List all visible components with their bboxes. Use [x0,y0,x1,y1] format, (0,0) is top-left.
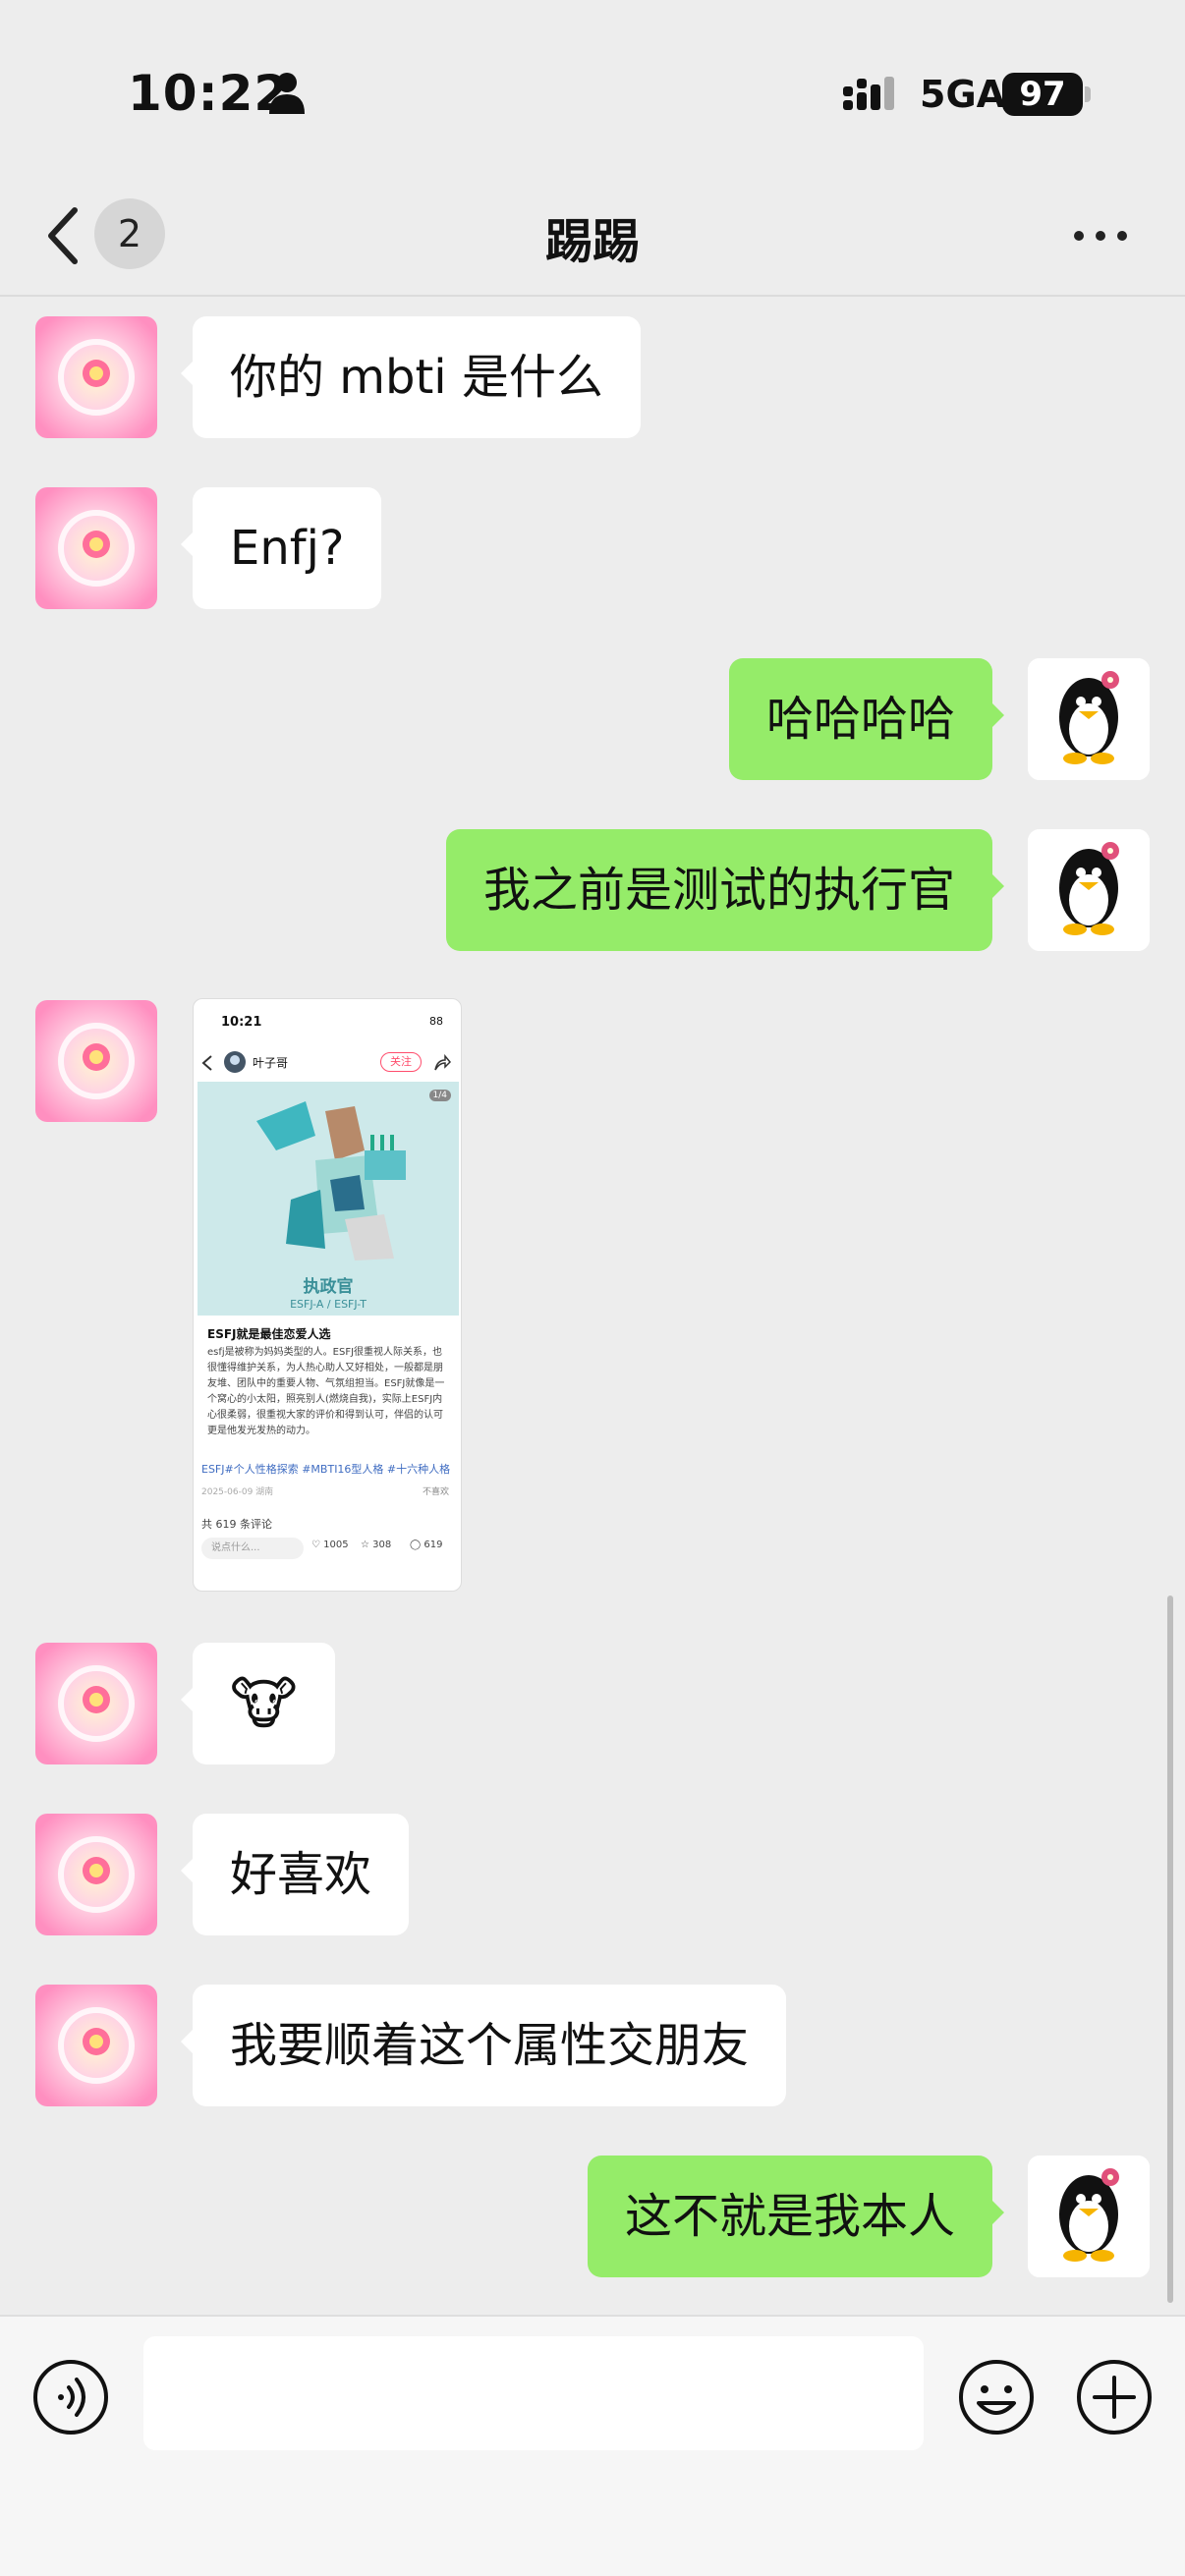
mini-comment-icon: ◯ [410,1540,422,1550]
mini-star-icon: ☆ [361,1540,369,1550]
mini-page-indicator: 1/4 [428,1090,451,1101]
message-bubble[interactable]: 你的 mbti 是什么 [181,316,641,438]
battery-indicator: 97 [1002,73,1083,116]
esfj-illustration [256,1101,406,1260]
message-bubble[interactable]: 🐮 [181,1643,335,1764]
mini-post-body: esfj是被称为妈妈类型的人。ESFJ很重视人际关系，也很懂得维护关系，为人热心… [207,1347,445,1436]
emoji-icon[interactable] [957,2358,1036,2436]
mini-post-title: ESFJ就是最佳恋爱人选 [207,1327,331,1341]
mini-share-icon [434,1054,451,1071]
network-label: 5GA [920,73,1006,116]
contact-avatar[interactable] [35,1000,157,1122]
contact-avatar[interactable] [35,487,157,609]
signal-icon [843,77,894,110]
contact-avatar[interactable] [35,1814,157,1935]
penguin-icon [1028,2156,1150,2277]
person-icon [269,73,305,114]
mini-stars-value: 308 [372,1540,392,1550]
status-bar: 10:22 5GA 97 [0,0,1185,177]
message-bubble[interactable]: 这不就是我本人 [587,2156,1005,2277]
mini-star-count: ☆ 308 [361,1540,391,1550]
mini-hero-subtitle: ESFJ-A / ESFJ-T [290,1298,367,1311]
plus-icon[interactable] [1075,2358,1154,2436]
message-row: 我之前是测试的执行官 [0,829,1185,951]
mini-comment-input: 说点什么... [201,1538,304,1559]
unread-count-badge[interactable]: 2 [94,198,165,269]
mini-follow-button: 关注 [380,1052,422,1072]
voice-input-icon[interactable] [31,2358,110,2436]
message-row: 这不就是我本人 [0,2156,1185,2277]
mini-comment-stat: ◯ 619 [410,1540,442,1550]
mini-hero-image: 1/4 执政官 ESFJ-A / ESFJ-T [198,1082,459,1316]
mini-post-date: 2025-06-09 湖南 [201,1487,274,1497]
message-bubble[interactable]: 我之前是测试的执行官 [445,829,1005,951]
battery-tip [1085,86,1091,102]
message-input[interactable] [143,2336,924,2450]
contact-avatar[interactable] [35,316,157,438]
mini-status-time: 10:21 [221,1015,262,1030]
message-row: Enfj? [0,487,1185,609]
mini-hero-title: 执政官 [303,1277,354,1297]
mini-like-count: ♡ 1005 [311,1540,349,1550]
chat-title: 踢踢 [544,214,640,269]
mini-author-avatar [224,1051,246,1073]
my-avatar[interactable] [1028,2156,1150,2277]
more-options-icon[interactable] [1071,216,1130,255]
my-avatar[interactable] [1028,829,1150,951]
chat-scrollbar[interactable] [1167,1596,1173,2303]
shared-screenshot-image[interactable]: 10:21 88 叶子哥 关注 1/4 执政官 ESFJ-A / ESFJ-T … [193,998,462,1592]
mini-post-header: 叶子哥 关注 [194,1044,461,1082]
penguin-icon [1028,658,1150,780]
mini-post-tags: ESFJ#个人性格探索 #MBTI16型人格 #十六种人格 [201,1463,451,1476]
mini-comment-count: 共 619 条评论 [201,1518,272,1531]
contact-avatar[interactable] [35,1985,157,2106]
mini-back-icon [201,1055,212,1071]
mini-heart-icon: ♡ [311,1540,320,1550]
message-row: 哈哈哈哈 [0,658,1185,780]
my-avatar[interactable] [1028,658,1150,780]
chat-navbar: 2 踢踢 [0,177,1185,297]
status-time: 10:22 [128,65,290,122]
message-row: 你的 mbti 是什么 [0,316,1185,438]
mini-status-battery: 88 [429,1015,443,1028]
message-bubble[interactable]: 我要顺着这个属性交朋友 [180,1985,787,2106]
penguin-icon [1028,829,1150,951]
message-bubble[interactable]: 哈哈哈哈 [728,658,1005,780]
message-row: 我要顺着这个属性交朋友 [0,1985,1185,2106]
mini-likes-value: 1005 [323,1540,349,1550]
contact-avatar[interactable] [35,1643,157,1764]
message-row [0,1000,193,1122]
mini-comments-value: 619 [423,1540,443,1550]
input-bar [0,2315,1185,2576]
message-row: 好喜欢 [0,1814,1185,1935]
mini-author-name: 叶子哥 [253,1056,289,1070]
message-row: 🐮 [0,1643,1185,1764]
back-icon[interactable] [43,204,83,267]
mini-dislike-label: 不喜欢 [422,1487,449,1497]
message-bubble[interactable]: 好喜欢 [180,1814,410,1935]
message-bubble[interactable]: Enfj? [180,487,382,609]
